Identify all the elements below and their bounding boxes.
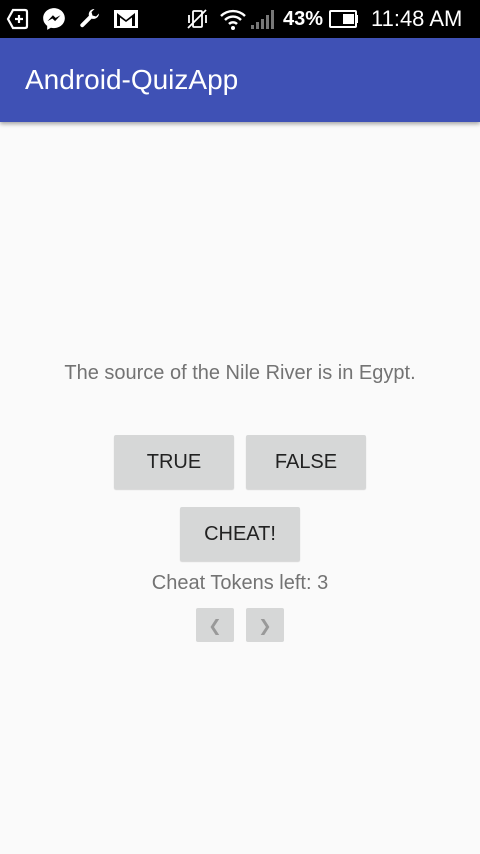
true-button[interactable]: TRUE — [114, 435, 234, 489]
false-button[interactable]: FALSE — [246, 435, 366, 489]
wifi-icon — [218, 0, 248, 38]
chevron-right-icon: ❯ — [258, 615, 272, 635]
previous-button[interactable]: ❮ — [196, 608, 234, 642]
chevron-left-icon: ❮ — [208, 615, 222, 635]
app-bar: Android-QuizApp — [0, 38, 480, 122]
wrench-icon — [76, 0, 104, 38]
app-title: Android-QuizApp — [25, 64, 239, 95]
cheat-tokens-label: Cheat Tokens left: 3 — [151, 572, 329, 594]
battery-percent: 43% — [283, 7, 324, 30]
question-text: The source of the Nile River is in Egypt… — [64, 362, 416, 384]
battery-icon — [328, 0, 360, 38]
status-bar: 43% 11:48 AM — [0, 0, 480, 38]
add-box-icon — [4, 0, 32, 38]
cheat-button[interactable]: CHEAT! — [180, 507, 300, 561]
next-button[interactable]: ❯ — [246, 608, 284, 642]
signal-icon — [249, 0, 279, 38]
clock: 11:48 AM — [371, 6, 463, 31]
gmail-icon — [112, 0, 140, 38]
vibrate-off-icon — [184, 0, 210, 38]
messenger-icon — [40, 0, 68, 38]
